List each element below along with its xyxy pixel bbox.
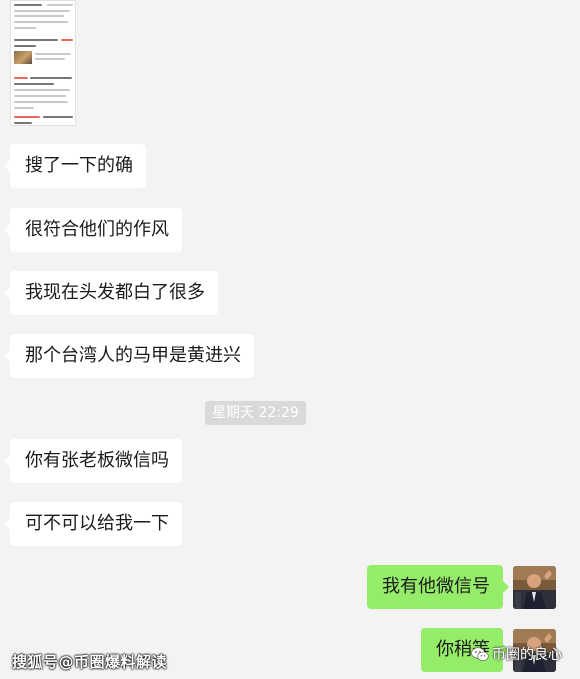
avatar[interactable]: [513, 566, 556, 609]
shared-screenshot-thumbnail[interactable]: [10, 0, 76, 126]
wechat-account-watermark: 币圈的良心: [471, 643, 562, 665]
sohu-watermark: 搜狐号@币圈爆料解读: [12, 653, 168, 671]
timestamp-divider: 星期天 22:29: [205, 401, 306, 425]
message-bubble-incoming[interactable]: 很符合他们的作风: [4, 208, 182, 252]
message-bubble-incoming[interactable]: 我现在头发都白了很多: [4, 271, 218, 315]
message-bubble-incoming[interactable]: 你有张老板微信吗: [4, 439, 182, 483]
message-bubble-incoming[interactable]: 那个台湾人的马甲是黄进兴: [4, 334, 254, 378]
message-bubble-outgoing[interactable]: 我有他微信号: [367, 565, 509, 609]
wechat-icon: [471, 646, 489, 662]
message-bubble-incoming[interactable]: 搜了一下的确: [4, 144, 146, 188]
wechat-account-name: 币圈的良心: [492, 647, 562, 663]
message-bubble-incoming[interactable]: 可不可以给我一下: [4, 502, 182, 546]
